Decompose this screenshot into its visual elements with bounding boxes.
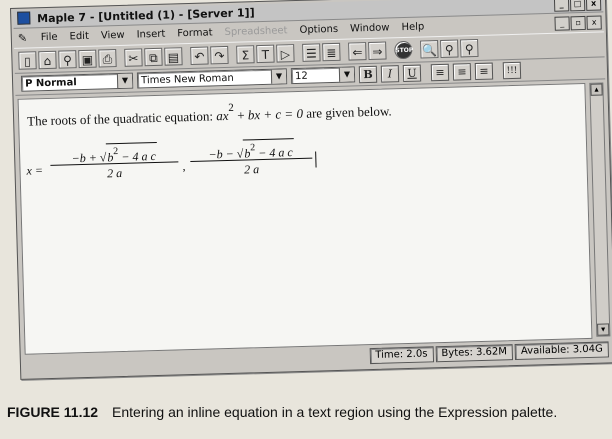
text-before: The roots of the quadratic equation:	[26, 108, 217, 129]
chevron-down-icon[interactable]: ▼	[270, 69, 287, 84]
font-select-value: Times New Roman	[140, 72, 234, 87]
text-cursor	[315, 151, 317, 168]
minimize-button[interactable]: _	[553, 0, 570, 12]
root-1-rest: − 4 a c	[118, 148, 156, 165]
size-select[interactable]: 12 ▼	[290, 66, 356, 85]
root-2-radical: b2 − 4 a c	[242, 138, 294, 162]
zoom-mid-icon[interactable]: ⚲	[440, 39, 459, 58]
text-icon[interactable]: T	[256, 44, 275, 64]
menu-help[interactable]: Help	[395, 21, 430, 33]
menu-options[interactable]: Options	[293, 24, 344, 36]
save-icon[interactable]: ▣	[78, 49, 97, 69]
prompt-icon[interactable]: ▷	[276, 44, 295, 63]
paste-icon[interactable]: ▤	[164, 47, 183, 66]
vertical-scrollbar[interactable]: ▲ ▼	[589, 82, 611, 337]
new-icon[interactable]: ▯	[18, 51, 37, 70]
root-2-denominator: 2 a	[243, 162, 260, 177]
root-1-denominator: 2 a	[106, 165, 123, 181]
doc-close-button[interactable]: x	[586, 15, 602, 30]
open-icon[interactable]: ⌂	[38, 50, 57, 70]
text-after: are given below.	[302, 103, 392, 121]
redo-icon[interactable]: ↷	[210, 45, 229, 65]
caption-text: Entering an inline equation in a text re…	[112, 404, 558, 420]
worksheet[interactable]: The roots of the quadratic equation: ax2…	[17, 82, 593, 355]
menu-view[interactable]: View	[95, 30, 131, 42]
menu-insert[interactable]: Insert	[130, 29, 171, 41]
plus-c: + c = 0	[259, 105, 304, 123]
separator: ,	[182, 159, 186, 174]
figure-caption: FIGURE 11.12 Entering an inline equation …	[7, 403, 607, 421]
root-1-fraction: −b + √b2 − 4 a c 2 a	[50, 141, 179, 184]
doc-restore-button[interactable]: ▫	[570, 15, 586, 31]
maple-window: Maple 7 - [Untitled (1) - [Server 1]] _ …	[10, 0, 612, 380]
align-center-icon[interactable]: ≡	[452, 62, 472, 81]
status-bytes: Bytes: 3.62M	[435, 344, 514, 363]
figure-number: FIGURE 11.12	[7, 404, 99, 420]
doc-minimize-button[interactable]: _	[554, 16, 570, 31]
stop-icon[interactable]: STOP	[394, 40, 413, 60]
sigma-icon[interactable]: Σ	[236, 45, 255, 64]
root-1-radical: b2 − 4 a c	[105, 141, 158, 166]
expand-icon[interactable]: ≣	[322, 42, 341, 62]
page: Maple 7 - [Untitled (1) - [Server 1]] _ …	[0, 0, 612, 439]
status-available: Available: 3.04G	[514, 341, 609, 361]
scroll-down-icon[interactable]: ▼	[597, 323, 610, 336]
underline-button[interactable]: U	[402, 64, 422, 82]
open-url-icon[interactable]: ⚲	[58, 50, 77, 69]
root-2-numerator: −b − √b2 − 4 a c	[190, 138, 313, 162]
chevron-down-icon[interactable]: ▼	[338, 67, 355, 82]
italic-button[interactable]: I	[380, 64, 400, 83]
style-select-value: P Normal	[24, 77, 77, 90]
chevron-down-icon[interactable]: ▼	[116, 73, 133, 89]
font-select[interactable]: Times New Roman ▼	[136, 68, 288, 89]
close-button[interactable]: x	[585, 0, 602, 11]
collapse-icon[interactable]: ☰	[302, 43, 321, 62]
document-menu-icon[interactable]: ✎	[18, 31, 32, 44]
equation-lhs: x =	[26, 163, 44, 178]
bold-button[interactable]: B	[358, 65, 378, 83]
menu-edit[interactable]: Edit	[63, 31, 95, 43]
forward-icon[interactable]: ⇒	[368, 41, 387, 61]
maple-app-icon	[17, 11, 31, 25]
align-left-icon[interactable]: ≡	[430, 63, 450, 81]
root-1-prefix: −b + √	[71, 150, 107, 166]
root-2-prefix: −b − √	[208, 146, 244, 162]
cut-icon[interactable]: ✂	[124, 48, 143, 67]
scroll-up-icon[interactable]: ▲	[590, 83, 603, 96]
menu-file[interactable]: File	[35, 32, 64, 44]
back-icon[interactable]: ⇐	[348, 42, 367, 61]
copy-icon[interactable]: ⧉	[144, 47, 163, 67]
text-region[interactable]: The roots of the quadratic equation: ax2…	[26, 101, 392, 129]
root-2-fraction: −b − √b2 − 4 a c 2 a	[190, 138, 313, 180]
menu-format[interactable]: Format	[171, 27, 219, 39]
menu-spreadsheet: Spreadsheet	[224, 25, 288, 39]
status-time: Time: 2.0s	[369, 346, 434, 365]
inline-equation[interactable]: x = −b + √b2 − 4 a c 2 a , −b − √b2 − 4 …	[26, 137, 327, 191]
print-icon[interactable]: ⎙	[98, 49, 117, 68]
menu-window[interactable]: Window	[344, 22, 396, 34]
text-plus: +	[233, 107, 249, 123]
undo-icon[interactable]: ↶	[190, 46, 209, 65]
size-select-value: 12	[294, 70, 308, 83]
execute-all-button[interactable]: !!!	[502, 61, 522, 79]
zoom-in-icon[interactable]: 🔍	[420, 40, 439, 59]
style-select[interactable]: P Normal ▼	[20, 72, 134, 92]
zoom-out-icon[interactable]: ⚲	[460, 38, 479, 58]
maximize-button[interactable]: □	[569, 0, 586, 12]
align-right-icon[interactable]: ≡	[474, 62, 494, 80]
exponent: 2	[228, 101, 234, 114]
root-2-rest: − 4 a c	[255, 145, 293, 161]
window-title: Maple 7 - [Untitled (1) - [Server 1]]	[36, 6, 255, 26]
